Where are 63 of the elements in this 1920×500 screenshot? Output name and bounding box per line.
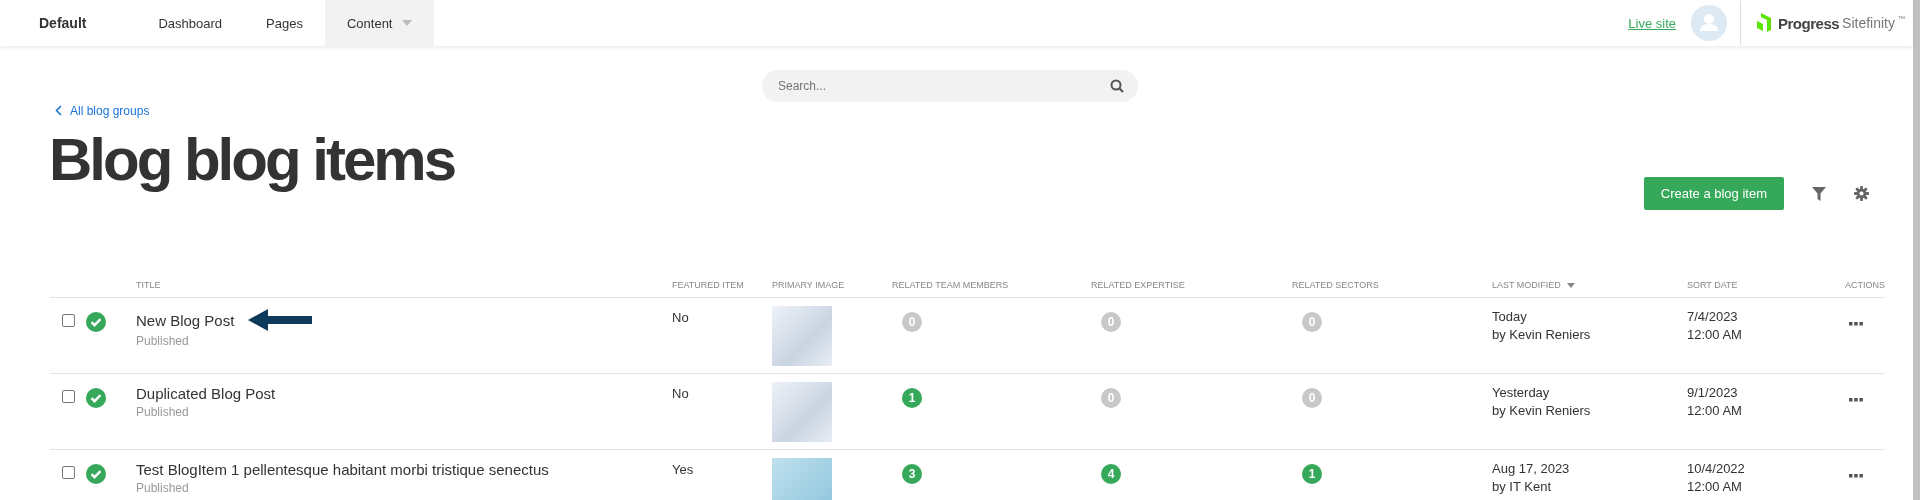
status-text: Published xyxy=(136,334,189,348)
search-field[interactable]: Search... xyxy=(762,70,1138,102)
column-header[interactable]: RELATED EXPERTISE xyxy=(1091,280,1185,290)
nav-tab[interactable]: Content xyxy=(324,0,435,46)
column-header[interactable]: ACTIONS xyxy=(1845,280,1885,290)
chevron-left-icon xyxy=(55,105,62,116)
create-button[interactable]: Create a blog item xyxy=(1643,177,1784,210)
modified-by: by Kevin Reniers xyxy=(1492,403,1591,418)
column-header[interactable]: RELATED SECTORS xyxy=(1292,280,1379,290)
column-header[interactable]: TITLE xyxy=(136,280,161,290)
published-check-icon xyxy=(86,312,106,332)
featured-text: Yes xyxy=(672,462,694,477)
more-actions-icon[interactable] xyxy=(1849,474,1863,478)
page-title: Blog blog items xyxy=(49,125,454,195)
count-badge: 1 xyxy=(1302,464,1322,484)
blog-title-link[interactable]: Test BlogItem 1 pellentesque habitant morbi tristique senectus xyxy=(136,461,549,478)
status-text: Published xyxy=(136,481,189,495)
more-actions-icon[interactable] xyxy=(1849,398,1863,402)
settings-icon[interactable] xyxy=(1854,186,1869,201)
column-header[interactable]: PRIMARY IMAGE xyxy=(772,280,845,290)
row-checkbox[interactable] xyxy=(62,466,75,479)
logo-text: Progress xyxy=(1778,14,1840,32)
sort-time: 12:00 AM xyxy=(1687,327,1742,342)
count-badge: 3 xyxy=(902,464,922,484)
modified-date: Aug 17, 2023 xyxy=(1492,461,1570,476)
sort-date: 10/4/2022 xyxy=(1687,461,1745,476)
column-header[interactable]: RELATED TEAM MEMBERS xyxy=(892,280,1009,290)
modified-by: by IT Kent xyxy=(1492,479,1551,494)
count-badge: 1 xyxy=(902,388,922,408)
logo-product-text: Sitefinity xyxy=(1842,15,1895,31)
more-actions-icon[interactable] xyxy=(1849,322,1863,326)
sort-time: 12:00 AM xyxy=(1687,479,1742,494)
featured-text: No xyxy=(672,310,689,325)
modified-date: Today xyxy=(1492,309,1527,324)
blog-title-link[interactable]: Duplicated Blog Post xyxy=(136,385,276,402)
row-checkbox[interactable] xyxy=(62,390,75,403)
count-badge: 4 xyxy=(1101,464,1121,484)
sort-time: 12:00 AM xyxy=(1687,403,1742,418)
back-link[interactable]: All blog groups xyxy=(55,103,150,118)
published-check-icon xyxy=(86,388,106,408)
row-checkbox[interactable] xyxy=(62,314,75,327)
photo-placeholder xyxy=(772,458,832,500)
scrollbar[interactable] xyxy=(1913,0,1920,500)
photo-placeholder xyxy=(772,306,832,366)
modified-by: by Kevin Reniers xyxy=(1492,327,1591,342)
featured-text: No xyxy=(672,386,689,401)
nav-tab[interactable]: Pages xyxy=(244,0,325,46)
live-site-link[interactable]: Live site xyxy=(1628,15,1677,31)
blog-title-link[interactable]: New Blog Post xyxy=(136,311,235,329)
photo-placeholder xyxy=(772,382,832,442)
column-header[interactable]: FEATURED ITEM xyxy=(672,280,744,290)
search-icon xyxy=(1110,79,1124,93)
filter-icon[interactable] xyxy=(1812,186,1826,201)
site-name[interactable]: Default xyxy=(39,15,87,31)
column-header[interactable]: LAST MODIFIED xyxy=(1492,280,1561,290)
column-header[interactable]: SORT DATE xyxy=(1687,280,1738,290)
sort-caret-icon[interactable] xyxy=(1566,283,1575,288)
published-check-icon xyxy=(86,464,106,484)
sort-date: 7/4/2023 xyxy=(1687,309,1738,324)
status-text: Published xyxy=(136,405,189,419)
nav-tab[interactable]: Dashboard xyxy=(136,0,245,46)
modified-date: Yesterday xyxy=(1492,385,1550,400)
sort-date: 9/1/2023 xyxy=(1687,385,1738,400)
